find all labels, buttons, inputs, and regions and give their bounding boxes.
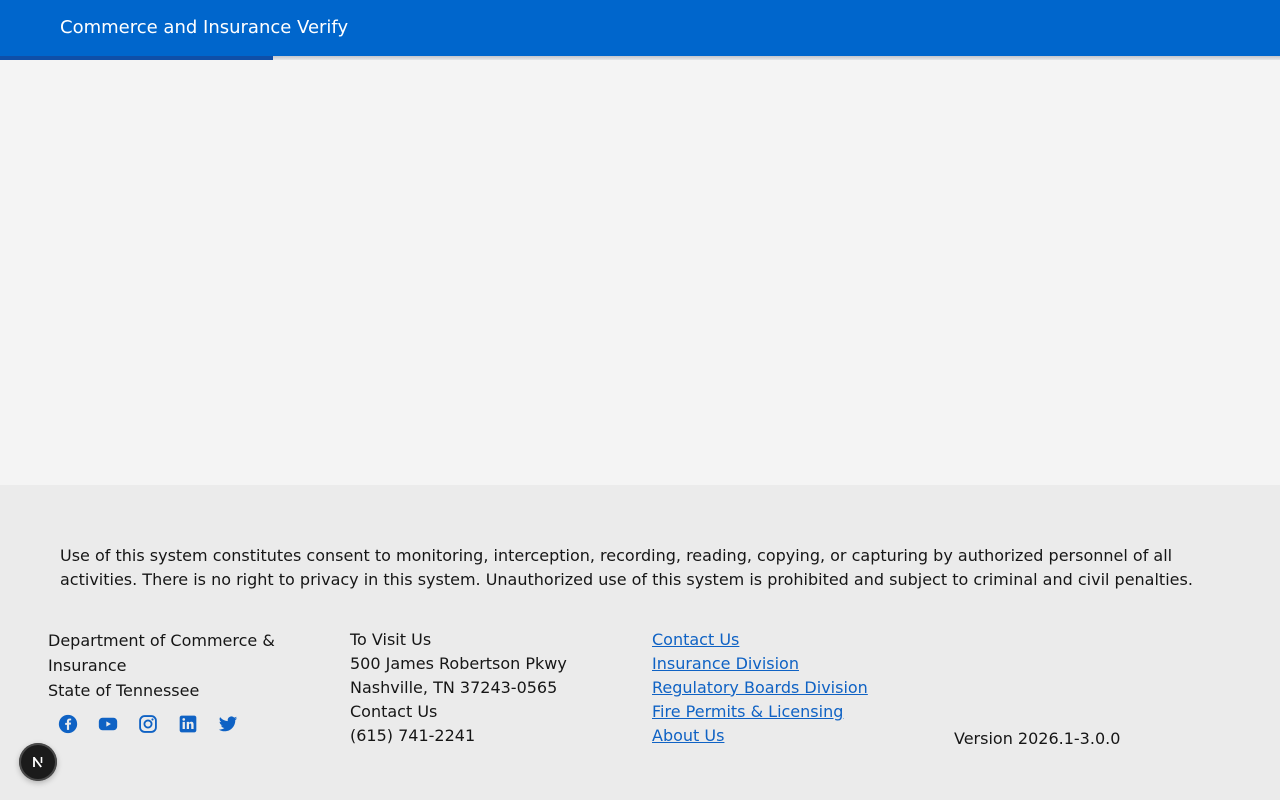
city-address: Nashville, TN 37243-0565 [350, 678, 558, 697]
insurance-division-link[interactable]: Insurance Division [652, 652, 912, 676]
site-footer: Use of this system constitutes consent t… [0, 485, 1280, 800]
facebook-icon[interactable] [58, 714, 78, 734]
nextjs-icon [33, 756, 43, 768]
visit-heading: To Visit Us [350, 630, 432, 649]
department-info: Department of Commerce & Insurance State… [48, 628, 308, 703]
nextjs-dev-tools-button[interactable] [19, 743, 57, 781]
visit-info: To Visit Us 500 James Robertson Pkwy Nas… [350, 628, 610, 748]
linkedin-icon[interactable] [178, 714, 198, 734]
twitter-icon[interactable] [218, 714, 238, 734]
phone-number: (615) 741-2241 [350, 726, 476, 745]
version-info: Version 2026.1-3.0.0 [954, 727, 1214, 751]
monitoring-disclaimer: Use of this system constitutes consent t… [60, 546, 1193, 589]
version-text: Version 2026.1-3.0.0 [954, 729, 1121, 748]
about-us-link[interactable]: About Us [652, 724, 912, 748]
regulatory-boards-division-link[interactable]: Regulatory Boards Division [652, 676, 912, 700]
youtube-icon[interactable] [98, 714, 118, 734]
fire-permits-licensing-link[interactable]: Fire Permits & Licensing [652, 700, 912, 724]
social-links [58, 714, 238, 734]
contact-us-link[interactable]: Contact Us [652, 628, 912, 652]
state-name: State of Tennessee [48, 681, 200, 700]
app-title-link[interactable]: Commerce and Insurance Verify [60, 17, 348, 39]
app-header: Commerce and Insurance Verify [0, 0, 1280, 56]
contact-heading: Contact Us [350, 702, 438, 721]
street-address: 500 James Robertson Pkwy [350, 654, 567, 673]
main-content [0, 60, 1280, 485]
footer-links: Contact Us Insurance Division Regulatory… [652, 628, 912, 748]
department-name: Department of Commerce & Insurance [48, 631, 275, 675]
instagram-icon[interactable] [138, 714, 158, 734]
